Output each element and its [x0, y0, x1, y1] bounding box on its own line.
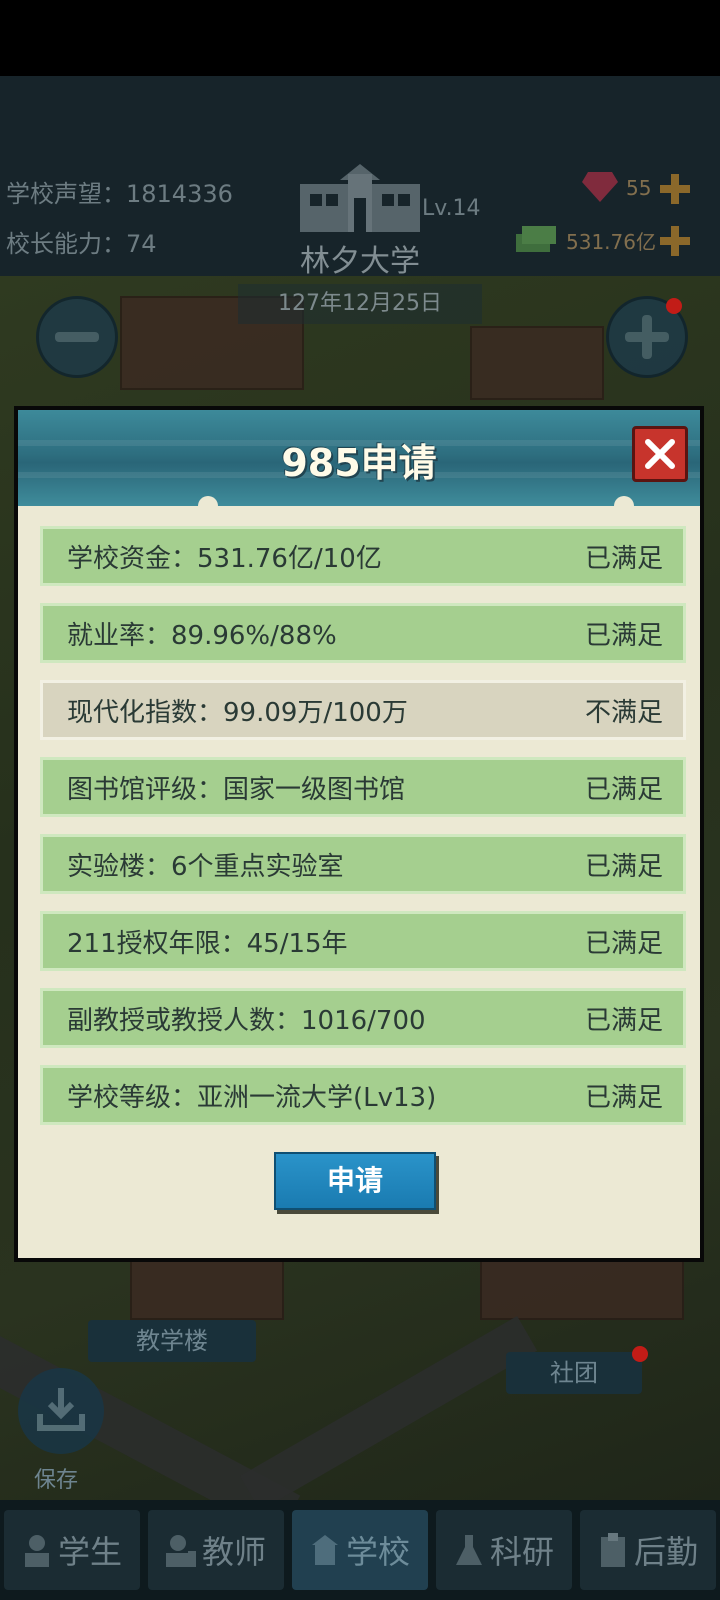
requirement-row-unmet: 现代化指数：99.09万/100万 不满足: [40, 680, 686, 740]
requirement-status: 已满足: [584, 1005, 663, 1036]
requirement-row: 学校资金：531.76亿/10亿 已满足: [40, 526, 686, 586]
save-label: 保存: [34, 1468, 79, 1493]
money-amount: 531.76亿: [566, 230, 656, 254]
gem-count: 55: [626, 176, 652, 200]
requirement-status: 已满足: [584, 543, 663, 574]
teacher-icon: [165, 1535, 196, 1567]
requirement-status: 不满足: [584, 697, 663, 728]
tab-teacher[interactable]: 教师: [148, 1510, 284, 1590]
tab-logistics[interactable]: 后勤: [580, 1510, 716, 1590]
requirement-row: 211授权年限：45/15年 已满足: [40, 911, 686, 971]
requirement-label: 实验楼：6个重点实验室: [67, 851, 344, 882]
requirements-list: 学校资金：531.76亿/10亿 已满足 就业率：89.96%/88% 已满足 …: [40, 526, 686, 1142]
teaching-building-label[interactable]: 教学楼: [88, 1320, 256, 1362]
school-building-icon: [300, 164, 420, 232]
school-icon: [311, 1535, 338, 1565]
gem-icon: [582, 172, 618, 202]
bottom-nav: 学生 教师 学校 科研 后勤: [0, 1500, 720, 1600]
tab-school[interactable]: 学校: [292, 1510, 428, 1590]
tab-student[interactable]: 学生: [4, 1510, 140, 1590]
level-text: Lv.14: [422, 196, 481, 221]
money-icon: [516, 226, 556, 252]
ability-text: 校长能力：74: [6, 230, 157, 258]
zoom-out-button[interactable]: [36, 296, 118, 378]
prestige-text: 学校声望：1814336: [6, 180, 233, 208]
club-notification-dot: [632, 1346, 648, 1362]
requirement-status: 已满足: [584, 928, 663, 959]
tab-label: 学校: [345, 1533, 410, 1571]
save-button[interactable]: [18, 1368, 104, 1454]
requirement-label: 现代化指数：99.09万/100万: [67, 697, 408, 728]
student-icon: [24, 1535, 49, 1567]
requirement-status: 已满足: [584, 851, 663, 882]
requirement-row: 副教授或教授人数：1016/700 已满足: [40, 988, 686, 1048]
requirement-label: 学校等级：亚洲一流大学(Lv13): [67, 1082, 437, 1113]
flask-icon: [455, 1535, 482, 1565]
requirement-row: 就业率：89.96%/88% 已满足: [40, 603, 686, 663]
requirement-label: 就业率：89.96%/88%: [67, 620, 337, 651]
requirement-label: 211授权年限：45/15年: [67, 928, 348, 959]
requirement-label: 学校资金：531.76亿/10亿: [67, 543, 382, 574]
status-bar: [0, 0, 720, 76]
requirement-label: 副教授或教授人数：1016/700: [67, 1005, 426, 1036]
dialog-title: 985申请: [281, 441, 437, 485]
apply-button[interactable]: 申请: [274, 1152, 436, 1210]
add-gem-button[interactable]: [660, 174, 690, 204]
requirement-status: 已满足: [584, 1082, 663, 1113]
tab-label: 后勤: [633, 1533, 698, 1571]
tab-label: 学生: [57, 1533, 122, 1571]
requirement-label: 图书馆评级：国家一级图书馆: [67, 774, 406, 805]
clipboard-icon: [600, 1533, 625, 1567]
close-button[interactable]: [632, 426, 688, 482]
notification-dot: [666, 298, 682, 314]
tab-label: 科研: [489, 1533, 554, 1571]
school-name: 林夕大学: [300, 244, 420, 279]
requirement-row: 实验楼：6个重点实验室 已满足: [40, 834, 686, 894]
requirement-status: 已满足: [584, 774, 663, 805]
tab-label: 教师: [201, 1533, 266, 1571]
requirement-status: 已满足: [584, 620, 663, 651]
club-label[interactable]: 社团: [506, 1352, 642, 1394]
requirement-row: 学校等级：亚洲一流大学(Lv13) 已满足: [40, 1065, 686, 1125]
requirement-row: 图书馆评级：国家一级图书馆 已满足: [40, 757, 686, 817]
tab-research[interactable]: 科研: [436, 1510, 572, 1590]
game-date: 127年12月25日: [238, 284, 482, 324]
minus-icon: [55, 332, 99, 342]
close-icon: [645, 439, 675, 469]
add-money-button[interactable]: [660, 226, 690, 256]
apply-985-dialog: 985申请 学校资金：531.76亿/10亿 已满足 就业率：89.96%/88…: [14, 406, 704, 1262]
download-icon: [37, 1388, 85, 1431]
